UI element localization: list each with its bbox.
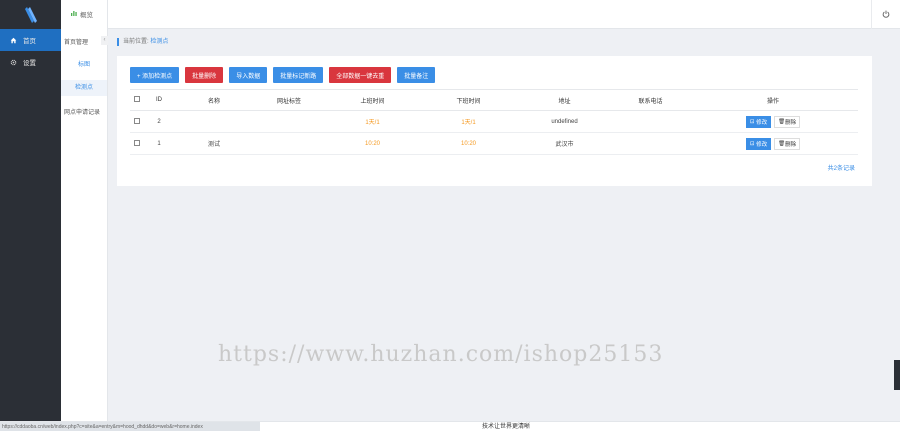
status-url: https://cddaoba.cn/web/index.php?c=site&… <box>0 422 260 431</box>
gear-icon <box>10 59 17 66</box>
delete-label: 删除 <box>785 141 797 148</box>
sidebar-item-label: 首页 <box>23 38 36 45</box>
logout-button[interactable] <box>871 0 900 29</box>
batch-delete-button[interactable]: 批量删除 <box>185 67 224 83</box>
overview-label: 概览 <box>80 12 93 19</box>
dedupe-all-button[interactable]: 全部数据一键去重 <box>329 67 392 83</box>
subbar-item-checkpoint[interactable]: 检测点 <box>61 80 107 96</box>
import-data-button[interactable]: 导入数据 <box>229 67 268 83</box>
cell-address: 武汉市 <box>516 132 613 155</box>
col-actions: 操作 <box>688 89 858 111</box>
batch-note-button[interactable]: 批量备注 <box>397 67 436 83</box>
logo-icon <box>24 6 37 23</box>
cell-name: 测试 <box>174 132 254 155</box>
watermark-text: https://www.huzhan.com/ishop25153 <box>218 342 664 367</box>
power-icon <box>882 10 890 20</box>
row-checkbox[interactable] <box>130 132 144 155</box>
cell-start-time: 1天/1 <box>324 110 421 133</box>
edit-label: 修改 <box>756 119 768 126</box>
cell-tag <box>254 132 324 155</box>
sidebar-item-label: 设置 <box>23 60 36 67</box>
content-panel: + 添加检测点 批量删除 导入数据 批量标记新路 全部数据一键去重 批量备注 I… <box>117 56 872 186</box>
delete-button[interactable]: 🗑 删除 <box>774 137 801 150</box>
table-row: 2 1天/1 1天/1 undefined ⊡ 修改 🗑 删除 <box>130 110 858 133</box>
cell-start-time: 10:20 <box>324 132 421 155</box>
cell-actions: ⊡ 修改 🗑 删除 <box>688 110 858 133</box>
table-header-row: ID 名称 网址标签 上班时间 下班时间 地址 联系电话 操作 <box>130 89 858 111</box>
select-all-checkbox[interactable] <box>130 89 144 111</box>
subbar-group-title: 首页管理 <box>64 40 89 46</box>
record-count: 共2条记录 <box>827 166 855 172</box>
row-checkbox[interactable] <box>130 110 144 133</box>
cell-id: 2 <box>144 110 174 133</box>
sidebar-item-home[interactable]: 首页 <box>0 29 61 51</box>
col-address: 地址 <box>516 89 613 111</box>
col-tag: 网址标签 <box>254 89 324 111</box>
sub-sidebar: 概览 首页管理 ‹ 标图 检测点 网点申请记录 <box>61 0 108 431</box>
footer: https://cddaoba.cn/web/index.php?c=site&… <box>0 421 900 431</box>
breadcrumb: 当前位置: 检测点 <box>117 38 168 46</box>
table-row: 1 测试 10:20 10:20 武汉市 ⊡ 修改 🗑 删除 <box>130 132 858 155</box>
edit-button[interactable]: ⊡ 修改 <box>745 115 772 128</box>
trash-icon: 🗑 <box>778 140 786 147</box>
collapse-toggle[interactable]: ‹ <box>101 36 108 45</box>
footer-copyright: 技术让世界更清晰 <box>482 424 531 430</box>
cell-name <box>174 110 254 133</box>
col-id: ID <box>144 89 174 111</box>
add-checkpoint-button[interactable]: + 添加检测点 <box>130 67 180 83</box>
cell-id: 1 <box>144 132 174 155</box>
cell-tag <box>254 110 324 133</box>
subbar-item-map[interactable]: 标图 <box>61 58 107 72</box>
sidebar-item-settings[interactable]: 设置 <box>0 51 61 73</box>
col-name: 名称 <box>174 89 254 111</box>
col-phone: 联系电话 <box>613 89 688 111</box>
cell-phone <box>613 132 688 155</box>
overview-link[interactable]: 概览 <box>71 9 93 19</box>
col-start-time: 上班时间 <box>324 89 421 111</box>
top-bar <box>108 0 900 29</box>
subbar-item-apply-records[interactable]: 网点申请记录 <box>61 106 107 120</box>
cell-address: undefined <box>516 110 613 133</box>
home-icon <box>10 37 17 44</box>
col-end-time: 下班时间 <box>421 89 516 111</box>
side-scroll-tab[interactable] <box>894 360 900 390</box>
delete-label: 删除 <box>785 119 797 126</box>
breadcrumb-current[interactable]: 检测点 <box>150 39 168 45</box>
trash-icon: 🗑 <box>778 118 786 125</box>
breadcrumb-prefix: 当前位置: <box>123 39 149 45</box>
cell-end-time: 10:20 <box>421 132 516 155</box>
app-logo[interactable] <box>0 0 61 29</box>
batch-mark-button[interactable]: 批量标记新路 <box>273 67 324 83</box>
checkpoint-table: ID 名称 网址标签 上班时间 下班时间 地址 联系电话 操作 2 1天/1 1… <box>130 89 858 155</box>
cell-actions: ⊡ 修改 🗑 删除 <box>688 132 858 155</box>
main-sidebar: 首页 设置 <box>0 0 61 431</box>
cell-phone <box>613 110 688 133</box>
bar-chart-icon <box>71 10 77 18</box>
cell-end-time: 1天/1 <box>421 110 516 133</box>
delete-button[interactable]: 🗑 删除 <box>774 115 801 128</box>
edit-label: 修改 <box>756 141 768 148</box>
toolbar: + 添加检测点 批量删除 导入数据 批量标记新路 全部数据一键去重 批量备注 <box>130 67 436 83</box>
edit-button[interactable]: ⊡ 修改 <box>745 137 772 150</box>
